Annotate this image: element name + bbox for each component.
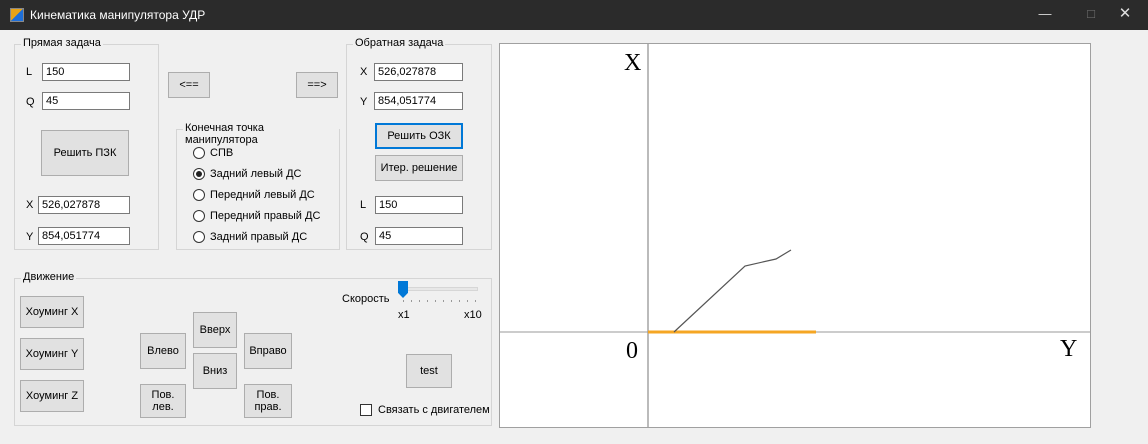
move-down-button[interactable]: Вниз (193, 353, 237, 389)
app-icon (10, 8, 24, 22)
direct-y-label: Y (26, 231, 34, 243)
manipulator-plot[interactable]: X 0 Y (499, 43, 1091, 428)
speed-slider-track[interactable] (398, 287, 478, 291)
speed-slider-ticks (403, 300, 476, 302)
radio-button[interactable] (193, 189, 205, 201)
endpoint-option[interactable]: Задний левый ДС (193, 167, 301, 181)
slider-tick (443, 300, 444, 302)
endpoint-option[interactable]: СПВ (193, 146, 233, 160)
endpoint-option-label: Задний левый ДС (210, 168, 302, 180)
rotate-right-button[interactable]: Пов. прав. (244, 384, 292, 418)
inverse-y-label: Y (360, 96, 368, 108)
direct-q-label: Q (26, 96, 35, 108)
endpoint-option-label: Передний правый ДС (210, 210, 321, 222)
direct-l-input[interactable]: 150 (42, 63, 130, 81)
slider-tick (475, 300, 476, 302)
direct-x-output[interactable]: 526,027878 (38, 196, 130, 214)
solve-direct-button[interactable]: Решить ПЗК (41, 130, 129, 176)
minimize-button[interactable]: — (1022, 0, 1068, 30)
radio-button[interactable] (193, 147, 205, 159)
direct-task-caption: Прямая задача (21, 37, 103, 49)
homing-z-button[interactable]: Хоуминг Z (20, 380, 84, 412)
direct-x-label: X (26, 199, 34, 211)
manipulator-arm (673, 249, 792, 333)
endpoint-option-label: СПВ (210, 147, 234, 159)
iterative-solve-button[interactable]: Итер. решение (375, 155, 463, 181)
solve-inverse-button[interactable]: Решить ОЗК (375, 123, 463, 149)
transfer-left-button[interactable]: <== (168, 72, 210, 98)
radio-button[interactable] (193, 231, 205, 243)
slider-tick (467, 300, 468, 302)
radio-button[interactable] (193, 168, 205, 180)
plot-canvas (500, 44, 1090, 427)
slider-tick (459, 300, 460, 302)
inverse-q-output[interactable]: 45 (375, 227, 463, 245)
move-left-button[interactable]: Влево (140, 333, 186, 369)
link-engine-label: Связать с двигателем (378, 404, 490, 416)
inverse-l-label: L (360, 199, 367, 211)
direct-l-label: L (26, 66, 33, 78)
close-button[interactable]: ✕ (1102, 0, 1148, 30)
endpoint-option[interactable]: Передний правый ДС (193, 209, 320, 223)
inverse-x-input[interactable]: 526,027878 (374, 63, 463, 81)
endpoint-option-label: Передний левый ДС (210, 189, 315, 201)
x-axis-label: X (624, 50, 642, 76)
window-title: Кинематика манипулятора УДР (30, 8, 206, 22)
y-axis-label: Y (1060, 336, 1078, 362)
speed-label: Скорость (342, 293, 390, 305)
slider-tick (411, 300, 412, 302)
test-button[interactable]: test (406, 354, 452, 388)
inverse-y-input[interactable]: 854,051774 (374, 92, 463, 110)
move-up-button[interactable]: Вверх (193, 312, 237, 348)
radio-button[interactable] (193, 210, 205, 222)
endpoint-option-label: Задний правый ДС (210, 231, 308, 243)
homing-y-button[interactable]: Хоуминг Y (20, 338, 84, 370)
transfer-right-button[interactable]: ==> (296, 72, 338, 98)
speed-max-label: x10 (464, 309, 482, 321)
direct-q-input[interactable]: 45 (42, 92, 130, 110)
slider-tick (451, 300, 452, 302)
slider-tick (403, 300, 404, 302)
move-right-button[interactable]: Вправо (244, 333, 292, 369)
homing-x-button[interactable]: Хоуминг X (20, 296, 84, 328)
endpoint-option[interactable]: Задний правый ДС (193, 230, 307, 244)
speed-min-label: x1 (398, 309, 410, 321)
slider-tick (435, 300, 436, 302)
endpoint-option[interactable]: Передний левый ДС (193, 188, 315, 202)
endpoint-caption: Конечная точка манипулятора (183, 122, 339, 146)
direct-y-output[interactable]: 854,051774 (38, 227, 130, 245)
link-engine-checkbox[interactable] (360, 404, 372, 416)
origin-label: 0 (626, 338, 638, 364)
slider-tick (419, 300, 420, 302)
title-bar: Кинематика манипулятора УДР — □ ✕ (0, 0, 1148, 30)
motion-caption: Движение (21, 271, 77, 283)
slider-tick (427, 300, 428, 302)
inverse-task-caption: Обратная задача (353, 37, 446, 49)
link-engine-checkbox-row[interactable]: Связать с двигателем (360, 404, 490, 416)
inverse-x-label: X (360, 66, 368, 78)
inverse-q-label: Q (360, 231, 369, 243)
inverse-l-output[interactable]: 150 (375, 196, 463, 214)
rotate-left-button[interactable]: Пов. лев. (140, 384, 186, 418)
